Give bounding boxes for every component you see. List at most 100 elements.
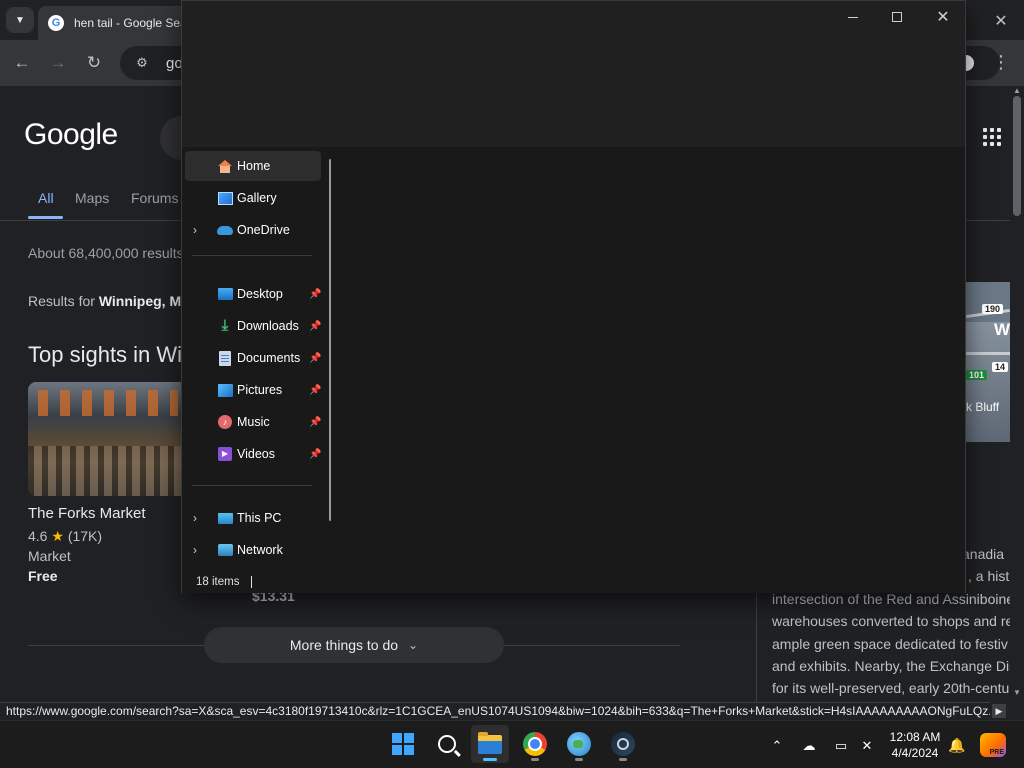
sight-type: Market: [28, 548, 71, 564]
scrollbar-thumb[interactable]: [1013, 96, 1021, 216]
more-things-label: More things to do: [289, 637, 399, 653]
network-tray-icon[interactable]: ▭: [832, 737, 850, 755]
reload-button[interactable]: ↻: [82, 51, 106, 75]
chrome-close-button[interactable]: ✕: [990, 10, 1012, 32]
navigation-pane: Home Gallery › OneDrive Desktop 📌 ⤓ Down…: [182, 147, 340, 571]
taskbar-chrome[interactable]: [516, 725, 554, 763]
pin-icon: 📌: [309, 416, 322, 428]
item-count: 18 items: [196, 576, 240, 588]
maximize-icon: [892, 12, 902, 22]
onedrive-tray-icon[interactable]: ☁: [800, 737, 818, 755]
chevron-right-icon[interactable]: ›: [193, 543, 205, 557]
back-button[interactable]: ←: [10, 51, 34, 75]
explorer-content-area[interactable]: [342, 147, 965, 571]
nav-item-pictures[interactable]: Pictures 📌: [185, 375, 321, 405]
taskbar-globe-app[interactable]: [560, 725, 598, 763]
search-button[interactable]: [428, 725, 466, 763]
sight-rating: 4.6 ★ (17K): [28, 528, 102, 545]
kebab-menu-icon[interactable]: ⋮: [992, 52, 1010, 72]
sight-price: Free: [28, 568, 58, 584]
scroll-down-icon[interactable]: ▼: [1012, 688, 1022, 698]
nav-item-network[interactable]: › Network: [185, 535, 321, 565]
results-for-prefix: Results for: [28, 293, 99, 309]
map-road: [966, 352, 1010, 355]
close-button[interactable]: ✕: [920, 3, 966, 31]
volume-muted-icon[interactable]: ✕: [858, 737, 876, 755]
clock[interactable]: 12:08 AM 4/4/2024: [880, 729, 950, 761]
scroll-up-icon[interactable]: ▲: [1012, 86, 1022, 96]
tab-search-button[interactable]: ▼: [6, 7, 34, 33]
taskbar-file-explorer[interactable]: [471, 725, 509, 763]
tab-all[interactable]: All: [38, 190, 54, 206]
status-separator: [251, 576, 253, 588]
nav-item-home[interactable]: Home: [185, 151, 321, 181]
videos-icon: ▶: [217, 446, 233, 462]
notification-bell-icon[interactable]: 🔔: [948, 737, 965, 754]
scroll-right-icon[interactable]: ▶: [992, 704, 1006, 718]
star-icon: ★: [51, 528, 64, 544]
nav-item-this-pc[interactable]: › This PC: [185, 503, 321, 533]
nav-item-videos[interactable]: ▶ Videos 📌: [185, 439, 321, 469]
nav-item-label: Videos: [237, 447, 275, 461]
running-indicator: [531, 758, 539, 761]
desktop-icon: [217, 286, 233, 302]
explorer-status-bar: 18 items: [182, 571, 965, 593]
google-logo[interactable]: Google: [24, 118, 118, 152]
description-line: warehouses converted to shops and re: [772, 613, 1010, 630]
maximize-button[interactable]: [874, 3, 920, 31]
chevron-right-icon[interactable]: ›: [193, 223, 205, 237]
file-explorer-icon: [478, 731, 502, 754]
forks-market-photo[interactable]: [28, 382, 182, 496]
copilot-icon[interactable]: PRE: [980, 733, 1006, 757]
page-scrollbar[interactable]: ▲ ▼: [1010, 86, 1024, 702]
status-link-url: https://www.google.com/search?sa=X&sca_e…: [0, 702, 990, 720]
explorer-titlebar: ✕: [182, 1, 965, 147]
panel-divider: [756, 576, 757, 702]
nav-item-desktop[interactable]: Desktop 📌: [185, 279, 321, 309]
pin-icon: 📌: [309, 448, 322, 460]
nav-item-label: Network: [237, 543, 283, 557]
chevron-right-icon[interactable]: ›: [193, 511, 205, 525]
sight-name[interactable]: The Forks Market: [28, 505, 146, 522]
tab-forums[interactable]: Forums: [131, 190, 178, 206]
site-info-icon[interactable]: ⚙: [132, 53, 152, 73]
nav-item-label: Gallery: [237, 191, 277, 205]
nav-item-music[interactable]: ♪ Music 📌: [185, 407, 321, 437]
tab-maps[interactable]: Maps: [75, 190, 109, 206]
minimize-button[interactable]: [830, 3, 876, 31]
google-apps-icon[interactable]: [983, 128, 1001, 146]
this-pc-icon: [217, 510, 233, 526]
review-count: (17K): [67, 528, 103, 544]
forward-button[interactable]: →: [46, 51, 70, 75]
nav-item-onedrive[interactable]: › OneDrive: [185, 215, 321, 245]
home-icon: [217, 158, 233, 174]
search-icon: [438, 735, 456, 753]
network-icon: [217, 542, 233, 558]
nav-separator: [192, 255, 312, 256]
nav-item-label: Downloads: [237, 319, 299, 333]
results-for-place[interactable]: Winnipeg, MB: [99, 293, 191, 309]
start-button[interactable]: [384, 725, 422, 763]
map-thumbnail[interactable]: 190 W 101 14 k Bluff: [966, 282, 1010, 442]
description-line: ample green space dedicated to festiv: [772, 635, 1008, 652]
taskbar-steam[interactable]: [604, 725, 642, 763]
pictures-icon: [217, 382, 233, 398]
description-line: and exhibits. Nearby, the Exchange Dis: [772, 657, 1010, 674]
chevron-up-icon[interactable]: ⌃: [768, 737, 786, 755]
clock-time: 12:08 AM: [889, 730, 941, 744]
description-line: for its well-preserved, early 20th-centu: [772, 680, 1010, 697]
downloads-icon: ⤓: [221, 317, 229, 334]
nav-item-documents[interactable]: Documents 📌: [185, 343, 321, 373]
place-description: intersection of the Red and Assiniboine …: [772, 588, 1010, 699]
arrow-right-icon: →: [49, 53, 67, 72]
chevron-down-icon: ⌄: [408, 638, 419, 652]
description-fragment: , a hist: [968, 568, 1010, 584]
reload-icon: ↻: [86, 53, 102, 72]
steam-icon: [611, 732, 635, 756]
map-label: W: [994, 320, 1010, 339]
more-things-button[interactable]: More things to do ⌄: [204, 627, 504, 663]
nav-item-gallery[interactable]: Gallery: [185, 183, 321, 213]
nav-pane-scrollbar[interactable]: [329, 159, 331, 521]
nav-separator: [192, 485, 312, 486]
nav-item-downloads[interactable]: ⤓ Downloads 📌: [185, 311, 322, 341]
